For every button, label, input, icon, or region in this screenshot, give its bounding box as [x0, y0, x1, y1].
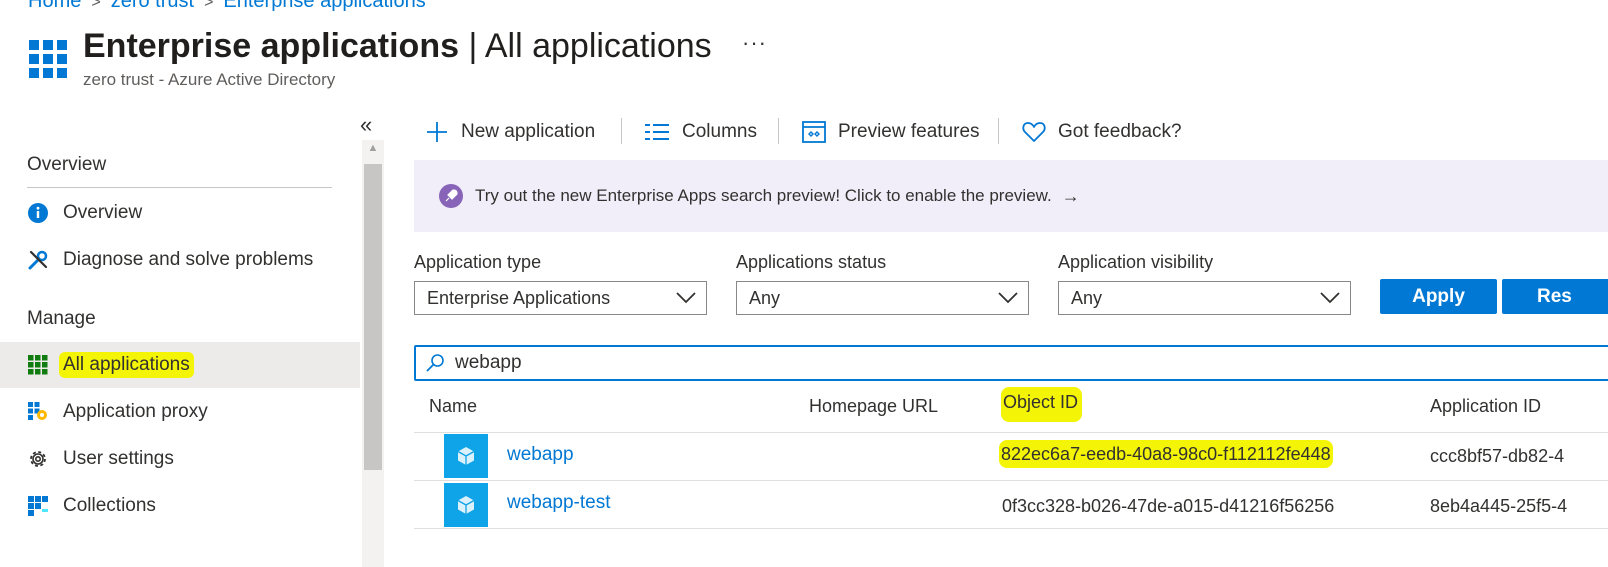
- breadcrumb-home[interactable]: Home: [28, 0, 81, 12]
- app-tile-icon: [444, 483, 488, 527]
- page-title: Enterprise applications | All applicatio…: [83, 27, 712, 66]
- application-type-value: Enterprise Applications: [427, 287, 611, 308]
- applications-status-label: Applications status: [736, 252, 887, 272]
- chevron-down-icon: [676, 288, 696, 309]
- column-header-object-id-label: Object ID: [1001, 387, 1083, 422]
- sidebar-item-label: All applications: [59, 352, 194, 378]
- preview-features-icon: [802, 121, 826, 143]
- application-id-cell: ccc8bf57-db82-4: [1430, 446, 1565, 466]
- feedback-button[interactable]: Got feedback?: [1022, 118, 1182, 146]
- applications-status-dropdown[interactable]: Any: [736, 281, 1029, 315]
- column-header-object-id[interactable]: Object ID: [1001, 387, 1083, 422]
- heart-icon: [1022, 121, 1046, 143]
- nav-divider: [27, 187, 332, 188]
- app-tile-icon: [444, 434, 488, 478]
- nav-section-overview: Overview: [27, 154, 107, 175]
- sidebar-item-overview[interactable]: Overview: [0, 190, 360, 236]
- sidebar-item-user-settings[interactable]: User settings: [0, 436, 360, 482]
- breadcrumb-tenant[interactable]: zero trust: [111, 0, 194, 12]
- app-proxy-icon: [27, 401, 49, 423]
- search-box[interactable]: [414, 345, 1608, 381]
- reset-button[interactable]: Res: [1502, 279, 1608, 314]
- wrench-icon: [27, 249, 49, 271]
- preview-features-button[interactable]: Preview features: [802, 118, 980, 146]
- application-type-dropdown[interactable]: Enterprise Applications: [414, 281, 707, 315]
- search-preview-banner[interactable]: Try out the new Enterprise Apps search p…: [414, 160, 1608, 232]
- sidebar-item-label: Application proxy: [63, 401, 208, 422]
- plus-icon: [425, 120, 449, 144]
- preview-features-label: Preview features: [838, 121, 980, 142]
- page-subtitle: zero trust - Azure Active Directory: [83, 70, 336, 89]
- chevron-down-icon: [1320, 288, 1340, 309]
- apply-button[interactable]: Apply: [1380, 279, 1497, 314]
- object-id-cell: 0f3cc328-b026-47de-a015-d41216f56256: [1002, 496, 1335, 516]
- sidebar-item-all-applications[interactable]: All applications: [0, 342, 360, 388]
- info-icon: [27, 202, 49, 224]
- applications-status-value: Any: [749, 287, 781, 308]
- app-name-link[interactable]: webapp: [507, 444, 574, 466]
- page-title-suffix: | All applications: [468, 27, 712, 65]
- columns-icon: [644, 123, 670, 141]
- collapse-nav-button[interactable]: «: [360, 112, 372, 138]
- application-visibility-label: Application visibility: [1058, 252, 1214, 272]
- toolbar-separator: [998, 118, 999, 144]
- collections-icon: [27, 495, 49, 517]
- object-id-cell: 822ec6a7-eedb-40a8-98c0-f112112fe448: [999, 440, 1333, 468]
- application-id-cell: 8eb4a445-25f5-4: [1430, 496, 1568, 516]
- column-header-name[interactable]: Name: [429, 396, 477, 417]
- sidebar-item-label: User settings: [63, 448, 174, 469]
- banner-text: Try out the new Enterprise Apps search p…: [475, 186, 1052, 205]
- sidebar-item-diagnose[interactable]: Diagnose and solve problems: [0, 237, 360, 283]
- breadcrumb-separator: >: [91, 0, 101, 11]
- columns-label: Columns: [682, 121, 757, 142]
- application-visibility-value: Any: [1071, 287, 1103, 308]
- rocket-icon: [439, 184, 463, 208]
- page-title-main: Enterprise applications: [83, 27, 459, 65]
- scroll-up-arrow-icon[interactable]: ▲: [362, 142, 384, 160]
- sidebar-item-label: Overview: [63, 202, 143, 223]
- column-header-application-id[interactable]: Application ID: [1430, 396, 1541, 417]
- arrow-right-icon: →: [1061, 185, 1080, 206]
- sidebar-item-label: Collections: [63, 495, 156, 516]
- toolbar-separator: [778, 118, 779, 144]
- sidebar-item-application-proxy[interactable]: Application proxy: [0, 389, 360, 435]
- new-application-label: New application: [461, 121, 596, 142]
- app-name-link[interactable]: webapp-test: [507, 492, 611, 514]
- search-icon: [425, 353, 445, 373]
- breadcrumb-enterprise-apps[interactable]: Enterprise applications: [223, 0, 425, 12]
- column-header-homepage-url[interactable]: Homepage URL: [809, 396, 938, 417]
- object-id-value: 822ec6a7-eedb-40a8-98c0-f112112fe448: [999, 440, 1333, 468]
- application-visibility-dropdown[interactable]: Any: [1058, 281, 1351, 315]
- nav-section-manage: Manage: [27, 308, 96, 329]
- feedback-label: Got feedback?: [1058, 121, 1182, 142]
- toolbar-separator: [621, 118, 622, 144]
- more-options-button[interactable]: ···: [742, 30, 767, 56]
- sidebar-item-collections[interactable]: Collections: [0, 483, 360, 529]
- application-type-label: Application type: [414, 252, 542, 272]
- enterprise-apps-icon: [29, 40, 67, 78]
- gear-icon: [27, 448, 49, 470]
- columns-button[interactable]: Columns: [644, 118, 757, 146]
- breadcrumb-separator: >: [204, 0, 214, 11]
- grid-apps-icon: [27, 354, 49, 376]
- nav-scrollbar-thumb[interactable]: [364, 164, 382, 470]
- breadcrumb: Home > zero trust > Enterprise applications: [28, 0, 426, 13]
- new-application-button[interactable]: New application: [425, 118, 595, 146]
- search-input[interactable]: [455, 352, 1155, 374]
- sidebar-item-label: Diagnose and solve problems: [63, 249, 314, 270]
- chevron-down-icon: [998, 288, 1018, 309]
